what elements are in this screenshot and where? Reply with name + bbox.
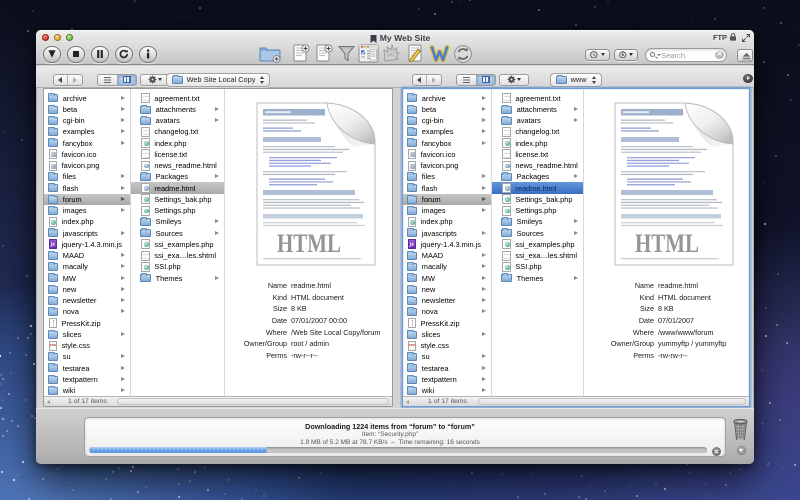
svg-text:HTML: HTML	[277, 229, 341, 258]
svg-text:HTML: HTML	[635, 229, 699, 258]
